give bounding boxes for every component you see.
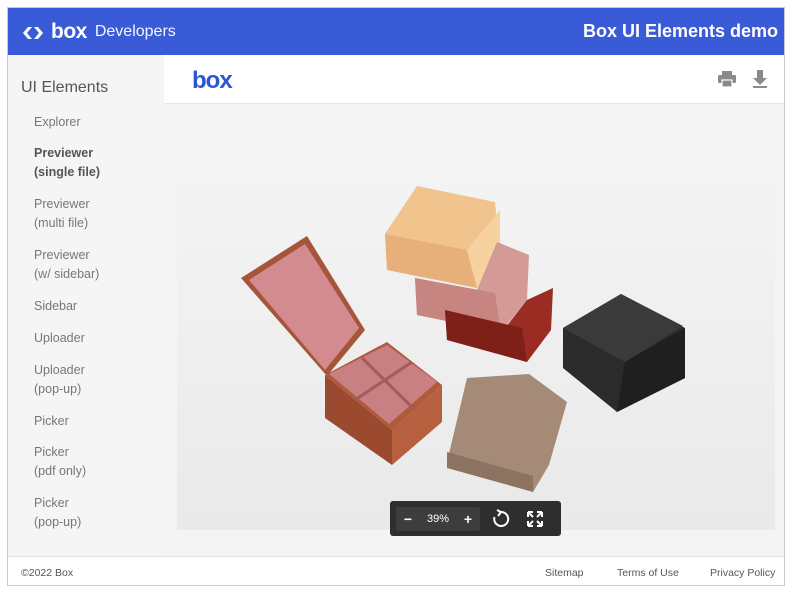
- previewer-panel: box − 39% +: [164, 55, 784, 556]
- box-logo: box: [192, 67, 233, 94]
- sidebar-heading: UI Elements: [21, 79, 109, 96]
- brand[interactable]: box Developers: [21, 8, 176, 55]
- zoom-in-button[interactable]: +: [461, 511, 475, 527]
- print-icon[interactable]: [717, 70, 737, 88]
- sidebar-item-label: Picker: [34, 496, 69, 510]
- fullscreen-icon[interactable]: [526, 510, 544, 528]
- download-icon[interactable]: [751, 69, 769, 89]
- footer-link-sitemap[interactable]: Sitemap: [545, 567, 584, 579]
- sidebar-item-previewer-multi[interactable]: Previewer (multi file): [34, 195, 90, 233]
- sidebar-item-label: Sidebar: [34, 299, 78, 313]
- zoom-level: 39%: [426, 512, 450, 525]
- app-window: box Developers Box UI Elements demo UI E…: [7, 7, 785, 586]
- sidebar-item-picker-popup[interactable]: Picker (pop-up): [34, 494, 81, 532]
- sidebar-item-sublabel: (single file): [34, 165, 100, 179]
- copyright-text: ©2022 Box: [21, 567, 74, 579]
- sidebar-item-picker-pdf[interactable]: Picker (pdf only): [34, 443, 86, 481]
- brand-developers-text: Developers: [94, 22, 176, 40]
- sidebar-item-sublabel: (multi file): [34, 216, 89, 230]
- sidebar-item-previewer-sidebar[interactable]: Previewer (w/ sidebar): [34, 246, 99, 284]
- preview-content: − 39% +: [164, 104, 784, 556]
- sidebar-item-sublabel: (pop-up): [34, 515, 82, 529]
- sidebar: UI Elements Explorer Previewer (single f…: [8, 55, 164, 556]
- sidebar-item-label: Previewer: [34, 197, 90, 211]
- top-header: box Developers Box UI Elements demo: [8, 8, 784, 55]
- zoom-out-button[interactable]: −: [401, 511, 415, 527]
- sidebar-item-uploader[interactable]: Uploader: [34, 329, 85, 348]
- footer-link-terms[interactable]: Terms of Use: [617, 567, 679, 579]
- rotate-icon[interactable]: [491, 508, 511, 529]
- preview-image: [177, 130, 775, 530]
- box-developers-logo-icon: [23, 26, 43, 39]
- sidebar-item-label: Uploader: [34, 363, 85, 377]
- zoom-group: − 39% +: [396, 506, 480, 531]
- sidebar-item-label: Previewer: [34, 248, 90, 262]
- zoom-controls: − 39% +: [390, 501, 561, 536]
- footer-link-privacy[interactable]: Privacy Policy: [710, 567, 775, 579]
- sidebar-item-picker[interactable]: Picker: [34, 412, 69, 431]
- sidebar-item-label: Picker: [34, 445, 69, 459]
- sidebar-item-uploader-popup[interactable]: Uploader (pop-up): [34, 361, 85, 399]
- sidebar-item-label: Uploader: [34, 331, 85, 345]
- sidebar-item-sidebar[interactable]: Sidebar: [34, 297, 77, 316]
- footer: ©2022 Box Sitemap Terms of Use Privacy P…: [8, 556, 784, 585]
- sidebar-item-sublabel: (pdf only): [34, 464, 87, 478]
- preview-header: box: [164, 55, 784, 104]
- sidebar-item-previewer-single[interactable]: Previewer (single file): [34, 144, 100, 182]
- sidebar-item-label: Previewer: [34, 146, 94, 160]
- sidebar-item-explorer[interactable]: Explorer: [34, 113, 81, 132]
- sidebar-item-sublabel: (pop-up): [34, 382, 82, 396]
- sidebar-item-label: Picker: [34, 414, 69, 428]
- page-title: Box UI Elements demo: [582, 21, 778, 41]
- sidebar-item-sublabel: (w/ sidebar): [34, 267, 100, 281]
- sidebar-item-label: Explorer: [34, 115, 81, 129]
- brand-box-text: box: [51, 19, 87, 43]
